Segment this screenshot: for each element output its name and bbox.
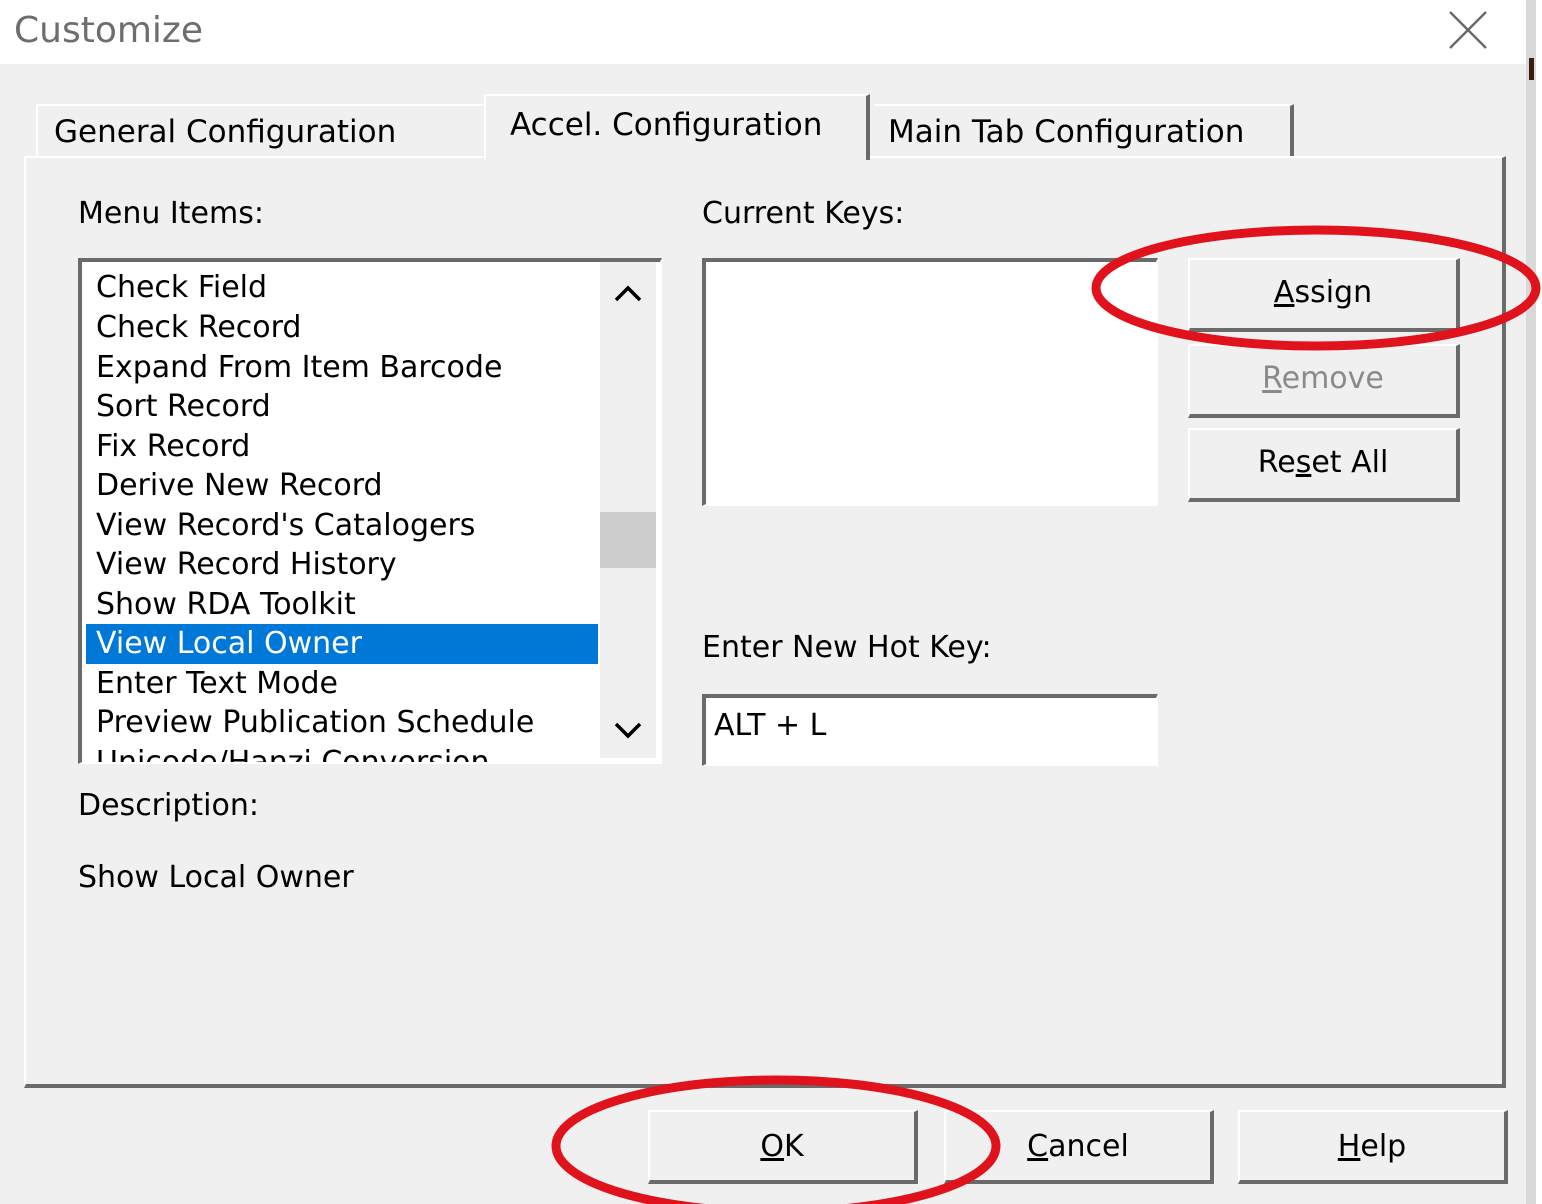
menu-items-list[interactable]: Check Field Check Record Expand From Ite… bbox=[78, 258, 662, 764]
window-title: Customize bbox=[14, 10, 203, 51]
description-text: Show Local Owner bbox=[78, 860, 354, 895]
list-item[interactable]: Sort Record bbox=[86, 387, 598, 427]
window-edge-outer bbox=[1536, 0, 1542, 1204]
hot-key-input[interactable]: ALT + L bbox=[702, 694, 1158, 766]
list-item-selected[interactable]: View Local Owner bbox=[86, 624, 598, 664]
list-item[interactable]: Enter Text Mode bbox=[86, 664, 598, 704]
list-item[interactable]: Derive New Record bbox=[86, 466, 598, 506]
list-item[interactable]: Unicode/Hanzi Conversion bbox=[86, 743, 598, 762]
list-item[interactable]: Check Field bbox=[86, 268, 598, 308]
list-item[interactable]: Show RDA Toolkit bbox=[86, 585, 598, 625]
list-item[interactable]: Fix Record bbox=[86, 427, 598, 467]
ok-button[interactable]: OK bbox=[648, 1110, 918, 1184]
hot-key-label: Enter New Hot Key: bbox=[702, 630, 992, 665]
menu-items-scrollbar[interactable] bbox=[600, 262, 656, 758]
tab-main-tab-configuration[interactable]: Main Tab Configuration bbox=[874, 104, 1294, 158]
remove-button[interactable]: Remove bbox=[1188, 344, 1460, 418]
current-keys-label: Current Keys: bbox=[702, 196, 905, 231]
tab-accel-configuration[interactable]: Accel. Configuration bbox=[484, 94, 870, 160]
assign-button[interactable]: Assign bbox=[1188, 258, 1460, 332]
reset-all-button[interactable]: Reset All bbox=[1188, 428, 1460, 502]
window-edge bbox=[1526, 0, 1536, 1204]
edge-mark bbox=[1529, 58, 1534, 80]
cancel-button[interactable]: Cancel bbox=[944, 1110, 1214, 1184]
current-keys-list[interactable] bbox=[702, 258, 1158, 506]
scrollbar-thumb[interactable] bbox=[600, 512, 656, 568]
help-button[interactable]: Help bbox=[1238, 1110, 1508, 1184]
chevron-up-icon[interactable] bbox=[600, 266, 656, 322]
list-item[interactable]: Preview Publication Schedule bbox=[86, 703, 598, 743]
list-item[interactable]: View Record History bbox=[86, 545, 598, 585]
menu-items-label: Menu Items: bbox=[78, 196, 264, 231]
close-icon[interactable] bbox=[1446, 8, 1490, 52]
list-item[interactable]: Check Record bbox=[86, 308, 598, 348]
tab-general-configuration[interactable]: General Configuration bbox=[36, 104, 484, 158]
list-item[interactable]: View Record's Catalogers bbox=[86, 506, 598, 546]
list-item[interactable]: Expand From Item Barcode bbox=[86, 348, 598, 388]
chevron-down-icon[interactable] bbox=[600, 702, 656, 758]
description-label: Description: bbox=[78, 788, 259, 823]
title-bar bbox=[0, 0, 1542, 64]
